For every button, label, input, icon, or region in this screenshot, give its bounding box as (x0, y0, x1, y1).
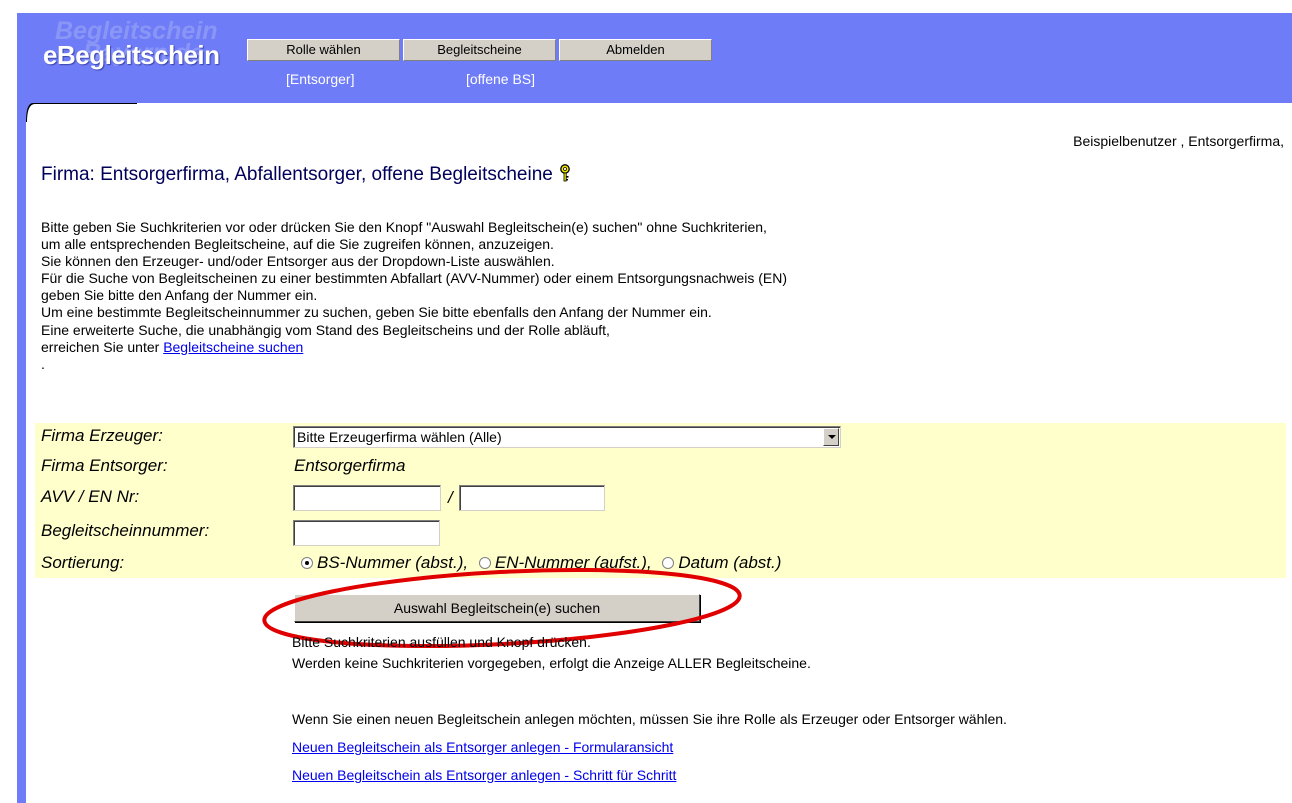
avv-row: AVV / EN Nr: / (35, 483, 1286, 516)
intro-dot: . (41, 355, 45, 372)
avv-separator: / (448, 488, 453, 507)
entsorger-row: Firma Entsorger: Entsorgerfirma (35, 453, 1286, 483)
user-info: Beispielbenutzer , Entsorgerfirma, (1073, 133, 1284, 149)
entsorger-value: Entsorgerfirma (294, 456, 406, 475)
hint-no-criteria: Werden keine Suchkriterien vorgegeben, e… (292, 655, 811, 671)
bs-number-input[interactable] (293, 520, 440, 546)
erzeuger-select[interactable]: Bitte Erzeugerfirma wählen (Alle) (293, 426, 841, 448)
hint-fill-criteria: Bitte Suchkriterien ausfüllen und Knopf … (292, 634, 591, 650)
bs-status: [offene BS] (466, 71, 536, 87)
intro-line: um alle entsprechenden Begleitscheine, a… (41, 236, 554, 253)
window-top-border (0, 0, 1292, 12)
sort-label: Sortierung: (41, 553, 125, 572)
intro-text: Bitte geben Sie Suchkriterien vor oder d… (41, 219, 787, 373)
erzeuger-row: Firma Erzeuger: Bitte Erzeugerfirma wähl… (35, 423, 1286, 453)
page-title-text: Firma: Entsorgerfirma, Abfallentsorger, … (41, 164, 553, 185)
entsorger-label: Firma Entsorger: (41, 456, 168, 475)
new-bs-info: Wenn Sie einen neuen Begleitschein anleg… (292, 711, 1007, 727)
intro-line-last: erreichen Sie unter Begleitscheine suche… (41, 339, 787, 356)
nav-rolle-waehlen-button[interactable]: Rolle wählen (247, 39, 400, 61)
key-help-icon[interactable] (559, 164, 571, 188)
intro-line: Bitte geben Sie Suchkriterien vor oder d… (41, 219, 767, 235)
erzeuger-select-value: Bitte Erzeugerfirma wählen (Alle) (297, 429, 502, 445)
new-bs-form-link[interactable]: Neuen Begleitschein als Entsorger anlege… (292, 739, 673, 755)
begleitscheine-suchen-link[interactable]: Begleitscheine suchen (163, 339, 303, 355)
search-form: Firma Erzeuger: Bitte Erzeugerfirma wähl… (35, 423, 1286, 578)
intro-line: Sie können den Erzeuger- und/oder Entsor… (41, 253, 555, 270)
new-bs-steps-link[interactable]: Neuen Begleitschein als Entsorger anlege… (292, 767, 676, 783)
erzeuger-label: Firma Erzeuger: (41, 426, 163, 445)
chevron-down-icon[interactable] (823, 428, 839, 446)
bs-number-label: Begleitscheinnummer: (41, 521, 210, 540)
left-sidebar-bar (17, 103, 26, 803)
nav-abmelden-button[interactable]: Abmelden (559, 39, 712, 61)
header-bar: Begleitschein Bayern.de eBegleitschein R… (17, 13, 1292, 103)
page-title: Firma: Entsorgerfirma, Abfallentsorger, … (41, 164, 571, 188)
avv-label: AVV / EN Nr: (41, 487, 140, 506)
intro-line: Eine erweiterte Suche, die unabhängig vo… (41, 321, 610, 338)
intro-line: Um eine bestimmte Begleitscheinnummer zu… (41, 304, 712, 321)
intro-link-prefix: erreichen Sie unter (41, 338, 164, 355)
role-status: [Entsorger] (286, 71, 355, 87)
logo-text: eBegleitschein (43, 40, 220, 70)
avv-number-input[interactable] (293, 485, 441, 511)
nav-begleitscheine-button[interactable]: Begleitscheine (403, 39, 556, 61)
en-number-input[interactable] (459, 485, 605, 511)
bs-number-row: Begleitscheinnummer: (35, 516, 1286, 549)
intro-line: geben Sie bitte den Anfang der Nummer ei… (41, 287, 318, 304)
logo: Begleitschein Bayern.de eBegleitschein (43, 19, 233, 89)
intro-line: Für die Suche von Begleitscheinen zu ein… (41, 270, 787, 287)
header-curve (17, 103, 137, 122)
